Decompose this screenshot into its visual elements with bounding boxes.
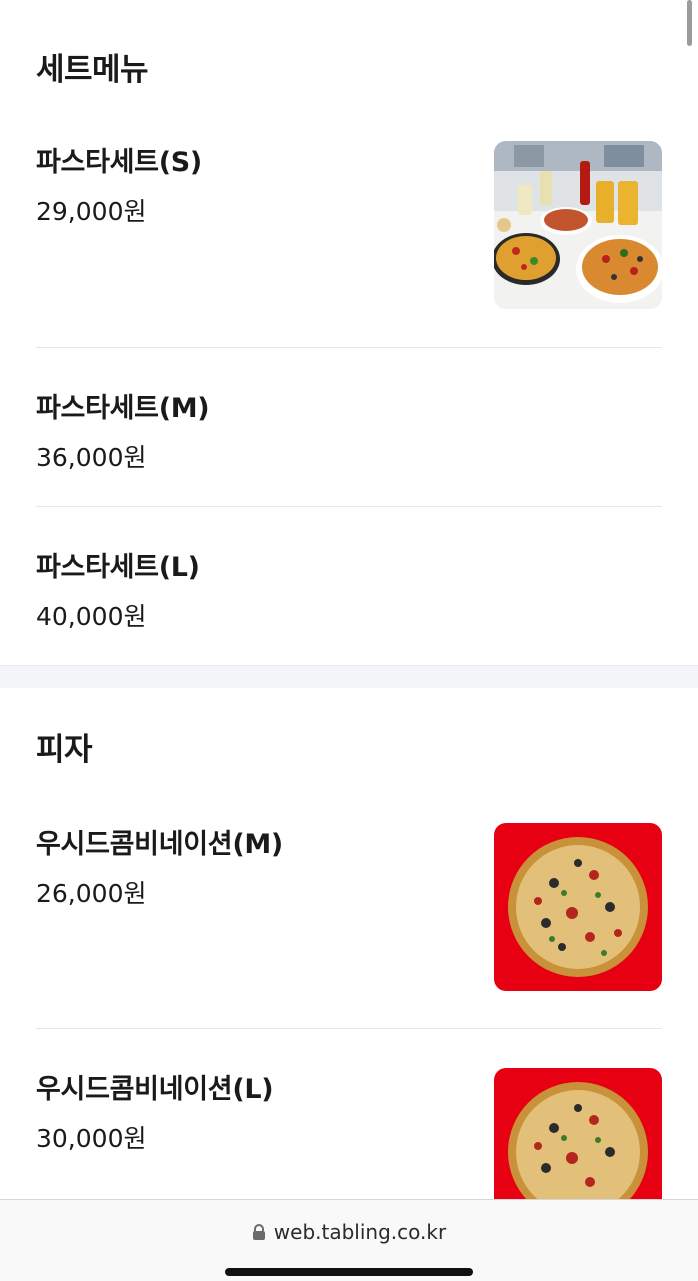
divider (36, 347, 662, 348)
menu-item-price: 40,000원 (36, 602, 147, 631)
menu-item-price: 29,000원 (36, 197, 147, 226)
home-indicator[interactable] (225, 1268, 473, 1276)
browser-address-bar[interactable]: web.tabling.co.kr (0, 1199, 698, 1281)
combination-pizza-photo (494, 823, 662, 991)
menu-item-image-combination-m[interactable] (494, 823, 662, 991)
divider (36, 506, 662, 507)
menu-item-name: 파스타세트(S) (36, 147, 202, 178)
menu-item-pasta-set-l[interactable]: 파스타세트(L) 40,000원 (36, 543, 662, 663)
pasta-pizza-set-photo (494, 141, 662, 309)
section-separator (0, 665, 698, 688)
menu-item-name: 파스타세트(L) (36, 552, 200, 583)
divider (36, 1028, 662, 1029)
menu-item-price: 36,000원 (36, 443, 147, 472)
menu-item-image-combination-l[interactable] (494, 1068, 662, 1199)
menu-list: 세트메뉴 파스타세트(S) 29,000원 파스타세트(M) 36,000원 파… (0, 0, 698, 1199)
url-text: web.tabling.co.kr (273, 1220, 447, 1244)
url-display[interactable]: web.tabling.co.kr (0, 1220, 698, 1246)
menu-item-name: 우시드콤비네이션(M) (36, 829, 283, 860)
menu-item-pasta-set-m[interactable]: 파스타세트(M) 36,000원 (36, 384, 662, 506)
lock-icon (252, 1222, 266, 1246)
menu-item-image-pasta-set[interactable] (494, 141, 662, 309)
menu-item-price: 30,000원 (36, 1124, 147, 1153)
section-title-set-menu: 세트메뉴 (36, 52, 149, 88)
combination-pizza-photo (494, 1068, 662, 1199)
menu-item-name: 파스타세트(M) (36, 393, 210, 424)
menu-item-name: 우시드콤비네이션(L) (36, 1074, 274, 1105)
menu-item-price: 26,000원 (36, 879, 147, 908)
section-title-pizza: 피자 (36, 732, 93, 768)
